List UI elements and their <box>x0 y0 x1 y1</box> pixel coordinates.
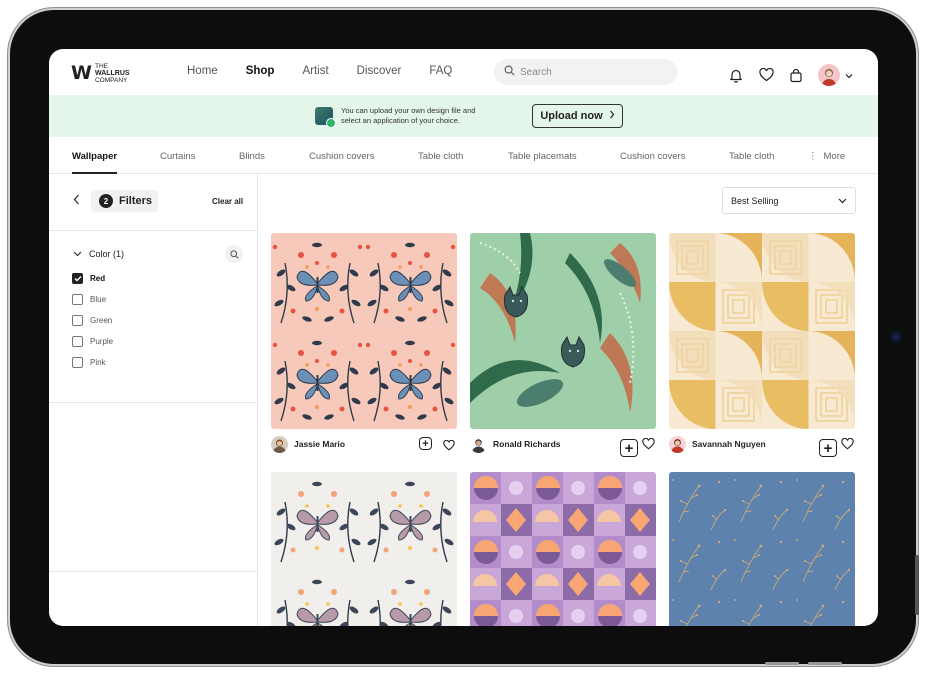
avatar[interactable] <box>818 64 840 86</box>
volume-button <box>808 662 842 665</box>
brand-logo[interactable]: W THE WALLRUS COMPANY <box>71 62 130 84</box>
avatar[interactable] <box>470 436 487 453</box>
header-actions <box>728 64 853 86</box>
banner-line: select an application of your choice. <box>341 116 460 125</box>
heart-icon[interactable] <box>841 437 854 455</box>
side-button <box>915 555 919 615</box>
chevron-down-icon <box>838 196 847 206</box>
more-dots-icon: ⋮ <box>808 151 818 162</box>
tab-cushion-covers[interactable]: Cushion covers <box>309 151 374 162</box>
color-option-label: Blue <box>90 295 107 304</box>
product-image-butterfly-white[interactable] <box>271 472 457 626</box>
color-option-label: Green <box>90 316 113 325</box>
upload-now-button[interactable]: Upload now <box>532 104 623 128</box>
logo-line: THE <box>94 62 108 70</box>
product-meta: Ronald Richards + <box>470 435 656 457</box>
product-meta: Jassie Mario + <box>271 435 457 455</box>
filter-count-badge: 2 <box>99 194 113 208</box>
artist-name[interactable]: Savannah Nguyen <box>692 439 766 449</box>
color-section-toggle[interactable]: Color (1) <box>73 249 124 259</box>
logo-line: WALLRUS <box>94 69 130 77</box>
product-image-jungle-cats[interactable] <box>470 233 656 429</box>
filters-label: Filters <box>119 195 153 207</box>
upload-banner: You can upload your own design file and … <box>49 95 878 137</box>
nav-home[interactable]: Home <box>187 65 218 77</box>
search-icon[interactable] <box>225 245 243 263</box>
checkbox[interactable] <box>72 315 83 326</box>
nav-shop[interactable]: Shop <box>246 65 275 77</box>
banner-message: You can upload your own design file and … <box>341 106 511 126</box>
checkbox[interactable] <box>72 294 83 305</box>
add-to-cart-icon[interactable]: + <box>419 437 432 450</box>
product-image-geometric-squares[interactable] <box>669 233 855 429</box>
camera-dot <box>890 331 902 343</box>
filter-sidebar: 2 Filters Clear all Color (1) Red Blue G… <box>49 174 258 626</box>
banner-line: You can upload your own design file and <box>341 106 476 115</box>
nav-faq[interactable]: FAQ <box>429 65 452 77</box>
search-input[interactable] <box>520 66 660 78</box>
filters-button[interactable]: 2 Filters <box>91 190 158 212</box>
artist-name[interactable]: Ronald Richards <box>493 439 561 449</box>
add-to-cart-icon[interactable]: + <box>819 439 837 457</box>
heart-icon[interactable] <box>443 438 455 456</box>
chevron-down-icon <box>73 249 82 259</box>
avatar[interactable] <box>271 436 288 453</box>
heart-icon[interactable] <box>642 437 655 455</box>
color-option-label: Pink <box>90 358 106 367</box>
category-tabs: Wallpaper Curtains Blinds Cushion covers… <box>49 137 878 174</box>
tab-wallpaper[interactable]: Wallpaper <box>72 151 118 174</box>
color-option-label: Purple <box>90 337 114 346</box>
more-label: More <box>823 151 846 162</box>
color-option-pink[interactable]: Pink <box>72 357 106 368</box>
product-image-geometric-circles[interactable] <box>470 472 656 626</box>
nav-discover[interactable]: Discover <box>357 65 402 77</box>
chevron-right-icon <box>609 110 615 122</box>
search-icon <box>504 63 515 81</box>
color-option-green[interactable]: Green <box>72 315 112 326</box>
color-option-purple[interactable]: Purple <box>72 336 113 347</box>
top-header: W THE WALLRUS COMPANY Home Shop Artist D… <box>49 49 878 95</box>
app-screen: W THE WALLRUS COMPANY Home Shop Artist D… <box>49 49 878 626</box>
logo-wordmark: THE WALLRUS COMPANY <box>95 63 130 84</box>
checkbox-checked[interactable] <box>72 273 83 284</box>
tab-table-cloth[interactable]: Table cloth <box>729 151 774 162</box>
volume-button <box>765 662 799 665</box>
chevron-down-icon[interactable] <box>845 66 853 84</box>
back-chevron-icon[interactable] <box>73 193 80 208</box>
color-option-label: Red <box>90 274 106 283</box>
product-image-butterfly-pink[interactable] <box>271 233 457 429</box>
upload-image-icon <box>315 107 336 128</box>
bell-icon[interactable] <box>728 67 744 83</box>
main-nav: Home Shop Artist Discover FAQ <box>187 65 480 77</box>
color-filter-section: Color (1) Red Blue Green Purple Pink <box>49 232 258 403</box>
logo-mark: W <box>71 62 92 84</box>
tab-table-placemats[interactable]: Table placemats <box>508 151 577 162</box>
tab-more[interactable]: ⋮ More <box>808 151 845 162</box>
logo-line: COMPANY <box>94 76 128 84</box>
artist-name[interactable]: Jassie Mario <box>294 439 345 449</box>
clear-all-link[interactable]: Clear all <box>212 197 243 206</box>
bag-icon[interactable] <box>788 67 804 83</box>
heart-icon[interactable] <box>758 67 774 83</box>
tab-cushion-covers[interactable]: Cushion covers <box>620 151 685 162</box>
sort-dropdown[interactable]: Best Selling <box>722 187 856 214</box>
tab-table-cloth[interactable]: Table cloth <box>418 151 463 162</box>
sort-selected: Best Selling <box>731 195 779 206</box>
search-bar[interactable] <box>494 59 678 85</box>
tab-blinds[interactable]: Blinds <box>239 151 265 162</box>
tab-curtains[interactable]: Curtains <box>160 151 195 162</box>
checkbox[interactable] <box>72 336 83 347</box>
checkbox[interactable] <box>72 357 83 368</box>
avatar[interactable] <box>669 436 686 453</box>
color-option-blue[interactable]: Blue <box>72 294 106 305</box>
upload-now-label: Upload now <box>540 110 603 122</box>
divider <box>49 571 258 572</box>
nav-artist[interactable]: Artist <box>302 65 328 77</box>
product-image-botanical-blue[interactable] <box>669 472 855 626</box>
filters-header: 2 Filters Clear all <box>49 174 258 231</box>
color-option-red[interactable]: Red <box>72 273 105 284</box>
color-section-title: Color (1) <box>89 249 125 259</box>
add-to-cart-icon[interactable]: + <box>620 439 638 457</box>
product-meta: Savannah Nguyen + <box>669 435 855 457</box>
